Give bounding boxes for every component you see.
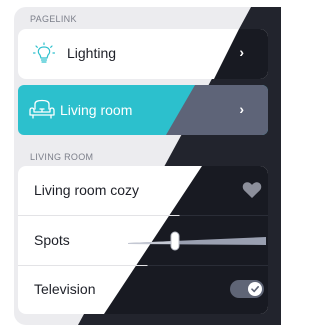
toggle-knob: [248, 282, 262, 296]
pagelink-lighting-label: Lighting: [67, 45, 117, 61]
section-title-living-room: LIVING ROOM: [30, 152, 94, 162]
television-toggle[interactable]: [230, 280, 264, 298]
television-row: Television: [18, 266, 268, 314]
spots-label: Spots: [34, 232, 70, 248]
scene-row-living-room-cozy[interactable]: Living room cozy: [18, 166, 268, 215]
section-title-pagelink: PAGELINK: [30, 14, 77, 24]
heart-icon[interactable]: [242, 181, 262, 204]
chevron-right-icon: ›: [239, 101, 244, 117]
pagelink-lighting[interactable]: Lighting ›: [18, 29, 268, 79]
pagelink-living-room-label: Living room: [60, 102, 133, 118]
settings-panel: PAGELINK Lighting › Living room › LIVING…: [14, 7, 281, 325]
spots-row: Spots: [18, 216, 268, 265]
slider-handle: [170, 231, 180, 251]
chevron-right-icon: ›: [239, 44, 244, 60]
check-icon: [251, 286, 259, 293]
television-label: Television: [34, 281, 96, 297]
living-room-controls: Living room cozy Spots Television: [18, 166, 268, 314]
spots-dimmer-slider[interactable]: [128, 230, 266, 252]
sofa-icon: [29, 98, 55, 127]
scene-label: Living room cozy: [34, 182, 140, 198]
lightbulb-icon: [32, 42, 56, 71]
pagelink-living-room[interactable]: Living room ›: [18, 85, 268, 135]
